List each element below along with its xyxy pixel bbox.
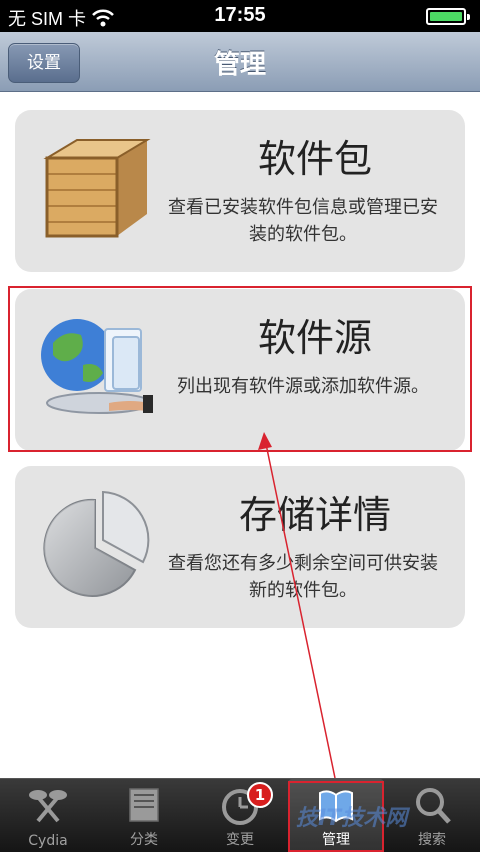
battery-fill	[430, 12, 462, 21]
categories-icon	[129, 788, 159, 822]
battery-icon	[426, 8, 470, 25]
card-storage[interactable]: 存储详情 查看您还有多少剩余空间可供安装新的软件包。	[15, 466, 465, 628]
annotation-highlight-sources	[8, 286, 472, 452]
watermark-text: 技IT技术网	[296, 806, 408, 831]
card-title-storage: 存储详情	[238, 493, 391, 537]
tab-label-changes: 变更	[226, 832, 254, 848]
storage-pie-icon	[43, 490, 150, 597]
changes-badge: 1	[247, 782, 273, 808]
cydia-icon	[29, 790, 67, 823]
card-title-packages: 软件包	[257, 137, 372, 181]
card-desc-packages: 查看已安装软件包信息或管理已安装的软件包。	[168, 197, 438, 245]
tab-label-categories: 分类	[130, 832, 158, 848]
card-desc-storage: 查看您还有多少剩余空间可供安装新的软件包。	[168, 553, 438, 601]
navigation-bar: 设置 管理	[0, 32, 480, 92]
battery-tip	[467, 14, 470, 20]
status-bar: 无 SIM 卡 17:55	[0, 0, 480, 32]
tab-bar: Cydia 分类 1 变更 管理 搜索	[0, 778, 480, 852]
search-icon	[416, 788, 451, 824]
tab-changes[interactable]: 1 变更	[192, 779, 288, 852]
tab-categories[interactable]: 分类	[96, 779, 192, 852]
package-box-icon	[43, 139, 151, 238]
tab-label-search: 搜索	[418, 832, 446, 848]
card-packages[interactable]: 软件包 查看已安装软件包信息或管理已安装的软件包。	[15, 110, 465, 272]
tab-label-cydia: Cydia	[28, 833, 68, 849]
tab-cydia[interactable]: Cydia	[0, 779, 96, 852]
page-title: 管理	[213, 50, 266, 80]
status-time: 17:55	[214, 4, 266, 26]
